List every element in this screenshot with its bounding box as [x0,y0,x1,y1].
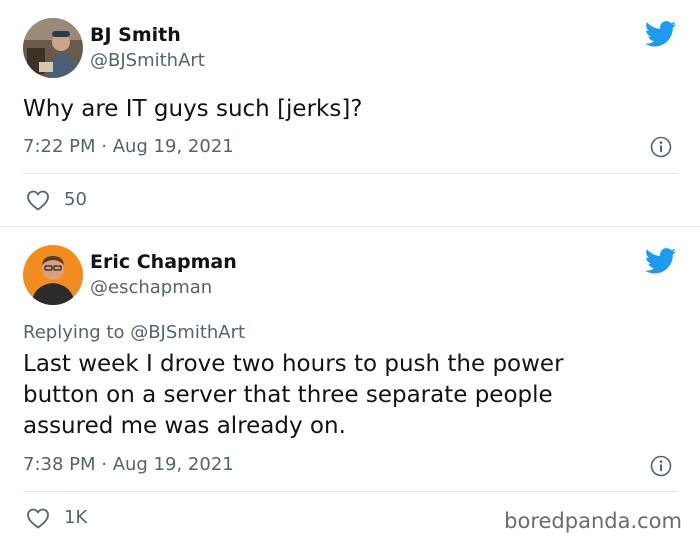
divider [23,173,677,174]
tweet-timestamp[interactable]: 7:38 PM · Aug 19, 2021 [23,454,234,476]
tweet-text-line: assured me was already on. [23,413,346,439]
heart-icon[interactable] [26,507,50,529]
info-icon[interactable] [650,455,672,477]
watermark: boredpanda.com [504,509,682,533]
replying-to-label[interactable]: Replying to @BJSmithArt [23,322,245,344]
avatar[interactable] [23,245,83,305]
tweet-text-line: button on a server that three separate p… [23,382,553,408]
tweet-timestamp[interactable]: 7:22 PM · Aug 19, 2021 [23,136,234,158]
author-handle[interactable]: @eschapman [90,277,212,299]
tweet-text: Why are IT guys such [jerks]? [23,96,363,122]
twitter-bird-icon[interactable] [645,21,677,47]
tweet-text: Last week I drove two hours to push the … [23,349,663,442]
heart-icon[interactable] [26,189,50,211]
tweet-card: BJ Smith @BJSmithArt Why are IT guys suc… [0,0,700,227]
tweet-card: Eric Chapman @eschapman Replying to @BJS… [0,227,700,544]
twitter-bird-icon[interactable] [645,248,677,274]
divider [23,491,677,492]
tweet-text-line: Last week I drove two hours to push the … [23,351,564,377]
info-icon[interactable] [650,136,672,158]
author-handle[interactable]: @BJSmithArt [90,50,205,72]
author-name[interactable]: Eric Chapman [90,251,237,273]
avatar-image [23,18,83,78]
author-name[interactable]: BJ Smith [90,24,181,46]
like-button[interactable]: 50 [26,189,87,211]
like-count: 50 [64,189,87,210]
like-button[interactable]: 1K [26,507,87,529]
like-count: 1K [64,507,88,528]
avatar[interactable] [23,18,83,78]
avatar-image [23,245,83,305]
